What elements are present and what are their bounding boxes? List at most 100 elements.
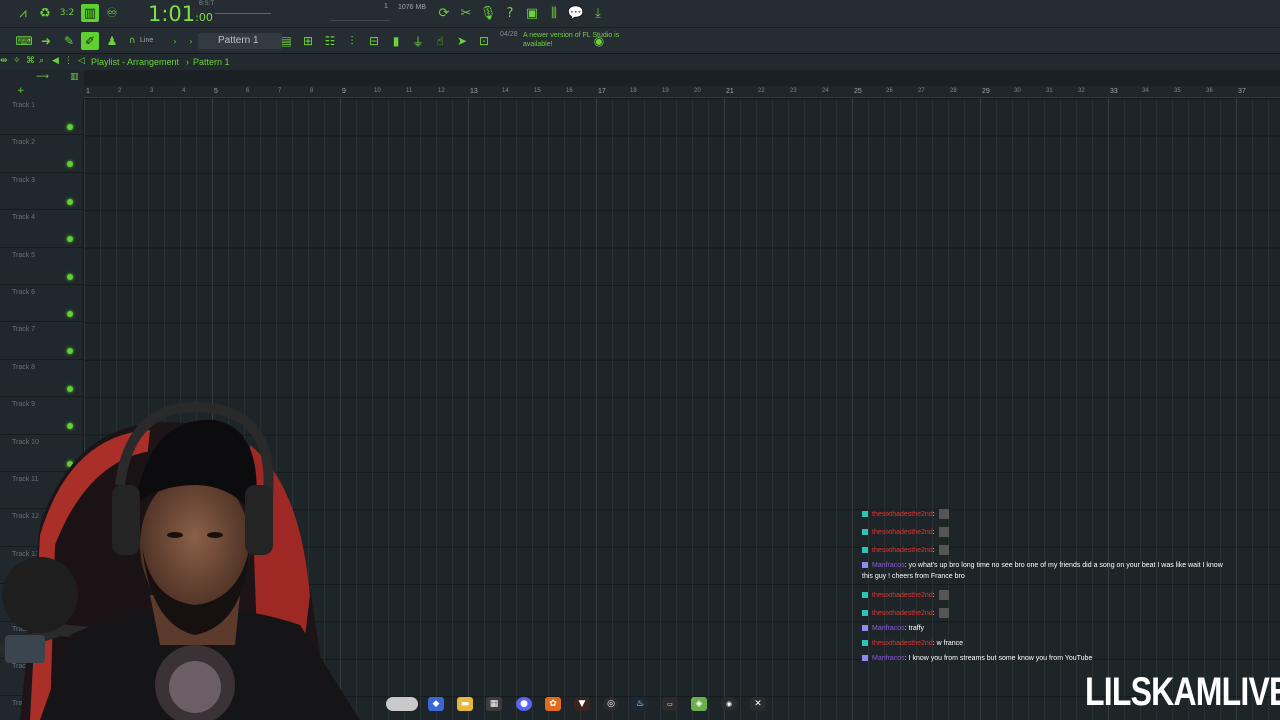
cut-icon[interactable]: ✂	[457, 4, 475, 22]
more-icon[interactable]: ⋮	[64, 56, 73, 66]
brush-icon[interactable]: ✐	[81, 32, 99, 50]
track-name[interactable]: Track 4	[12, 214, 35, 221]
capcut-icon[interactable]: ✕	[750, 697, 766, 711]
store-icon[interactable]: ▦	[486, 697, 502, 711]
browser-icon[interactable]: ⊟	[365, 32, 383, 50]
playlist-titlebar	[0, 54, 1280, 70]
loop-record-icon[interactable]: ♾	[103, 4, 121, 22]
channel-rack-icon[interactable]: ☷	[321, 32, 339, 50]
copilot-icon[interactable]: ◆	[428, 697, 444, 711]
track-header[interactable]: Track 8	[0, 360, 84, 398]
snap-selector[interactable]: Line	[140, 37, 153, 44]
chat-text: :	[932, 609, 935, 617]
track-mute-led[interactable]	[67, 198, 73, 205]
brave-icon[interactable]: ▼	[574, 697, 590, 711]
ruler-tick: 5	[214, 88, 218, 95]
magic-icon[interactable]: ✧	[13, 56, 21, 66]
chat-message: this guy ! cheers from France bro	[862, 573, 965, 580]
video-app-icon[interactable]: ◉	[721, 697, 737, 711]
track-header[interactable]: Track 4	[0, 210, 84, 248]
project-icon[interactable]: ⊡	[475, 32, 493, 50]
ruler-tick: 32	[1078, 88, 1085, 94]
track-header[interactable]: Track 7	[0, 322, 84, 360]
chat-emote-icon	[938, 527, 949, 537]
save-icon[interactable]: ▣	[523, 4, 541, 22]
piano-roll-icon[interactable]: ⊞	[299, 32, 317, 50]
piano-keys-icon[interactable]: ▥	[70, 72, 79, 82]
track-header[interactable]: Track 6	[0, 285, 84, 323]
touch-icon[interactable]: ☝	[431, 32, 449, 50]
wait-record-icon[interactable]: ♻	[36, 4, 54, 22]
track-mute-led[interactable]	[67, 236, 73, 243]
mixer-sliders-icon[interactable]: ⫶	[343, 32, 361, 50]
ruler-tick: 8	[310, 88, 314, 94]
obs-icon[interactable]: ◎	[603, 697, 619, 711]
zoom-icon[interactable]: ⌕	[39, 56, 44, 66]
layers-icon[interactable]: ◈	[691, 697, 707, 711]
track-mute-led[interactable]	[67, 273, 73, 280]
pencil-icon[interactable]: ✎	[60, 32, 78, 50]
refresh-icon[interactable]: ⟳	[435, 4, 453, 22]
move-icon[interactable]: ⇹	[0, 56, 8, 66]
chat-text: : yo what's up bro long time no see bro …	[904, 562, 1223, 569]
countdown-icon[interactable]: 3:2	[58, 4, 76, 22]
master-volume-slider[interactable]	[215, 13, 271, 14]
arrow-right-icon[interactable]: ➜	[37, 32, 55, 50]
time-format-label: B:S:T	[199, 1, 215, 7]
track-name[interactable]: Track 1	[12, 102, 35, 109]
plugin-icon[interactable]: ⏚	[409, 32, 427, 50]
folder-icon[interactable]: ▬	[457, 697, 473, 711]
track-name[interactable]: Track 7	[12, 326, 35, 333]
arrow-icon[interactable]: ⟶	[36, 72, 49, 82]
track-mute-led[interactable]	[67, 385, 73, 392]
file-icon[interactable]: ▮	[387, 32, 405, 50]
app-icon[interactable]: ▭	[662, 697, 678, 711]
track-mute-led[interactable]	[67, 311, 73, 317]
steam-icon[interactable]: ♨	[632, 697, 648, 711]
window-menu-icon[interactable]: ◁	[78, 56, 85, 66]
track-name[interactable]: Track 5	[12, 252, 35, 259]
track-name[interactable]: Track 8	[12, 364, 35, 371]
select-icon[interactable]: ⌘	[26, 56, 35, 66]
download-icon[interactable]: ⤓	[589, 4, 607, 22]
stamp-icon[interactable]: ♟	[103, 32, 121, 50]
send-icon[interactable]: ➤	[453, 32, 471, 50]
breadcrumb-pattern[interactable]: Pattern 1	[193, 57, 230, 67]
track-header[interactable]: Track 5	[0, 248, 84, 285]
track-header[interactable]: Track 1	[0, 98, 84, 136]
speaker-icon[interactable]: ◀	[52, 56, 59, 66]
magnet-icon[interactable]: ∩	[123, 32, 141, 50]
track-header[interactable]: Track 2	[0, 135, 84, 173]
track-name[interactable]: Track 2	[12, 139, 35, 146]
fl-studio-icon[interactable]: ✿	[545, 697, 561, 711]
update-notice[interactable]: A newer version of FL Studio is availabl…	[523, 31, 623, 49]
time-main: 1:01	[148, 2, 196, 26]
metronome-icon[interactable]: ⩘	[14, 4, 32, 22]
ruler-tick: 31	[1046, 88, 1053, 94]
ruler-tick: 37	[1238, 88, 1246, 95]
chat-username: Manfracos	[872, 625, 905, 632]
mixer-icon[interactable]: ⫼	[545, 4, 563, 22]
ruler-tick: 19	[662, 88, 669, 94]
track-name[interactable]: Track 6	[12, 289, 35, 296]
help-icon[interactable]: ?	[501, 4, 519, 22]
discord-icon[interactable]: ●	[516, 697, 532, 711]
track-mute-led[interactable]	[67, 124, 73, 130]
ruler-tick: 23	[790, 88, 797, 94]
ruler-tick: 24	[822, 88, 829, 94]
track-mute-led[interactable]	[67, 161, 73, 168]
chat-message: thesixthadesthe2nd: w france	[862, 640, 963, 647]
breadcrumb-window[interactable]: Playlist - Arrangement	[91, 57, 179, 67]
chat-message: thesixthadesthe2nd:	[862, 527, 949, 537]
chat-icon[interactable]: 💬	[567, 4, 585, 22]
track-header[interactable]: Track 3	[0, 173, 84, 211]
widgets-icon[interactable]	[386, 697, 418, 711]
timeline-ruler[interactable]	[84, 86, 1280, 98]
playlist-tool-panel: ⟶ ▥ +	[0, 70, 84, 98]
track-mute-led[interactable]	[67, 348, 73, 355]
track-name[interactable]: Track 3	[12, 177, 35, 184]
step-edit-icon[interactable]: ▥	[81, 4, 99, 22]
keyboard-icon[interactable]: ⌨	[15, 32, 33, 50]
add-track-icon[interactable]: +	[17, 86, 25, 96]
mic-icon[interactable]: 🎙	[479, 4, 497, 22]
